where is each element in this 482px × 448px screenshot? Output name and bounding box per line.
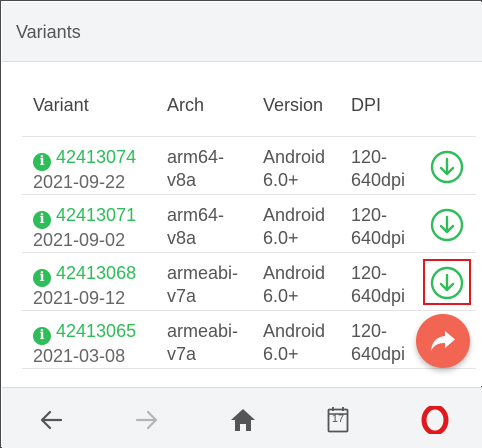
arch-line2: v7a — [167, 344, 197, 364]
version-line2: 6.0+ — [263, 344, 299, 364]
version-cell: Android 6.0+ — [263, 204, 325, 250]
version-line1: Android — [263, 263, 326, 283]
variants-table: Variant Arch Version DPI i 42413074 2021-… — [2, 62, 482, 386]
column-header-dpi: DPI — [351, 95, 382, 115]
dpi-line2: 640dpi — [351, 286, 406, 306]
arch-cell: armeabi- v7a — [167, 320, 238, 366]
version-line2: 6.0+ — [263, 170, 299, 190]
download-circle-icon — [430, 208, 464, 242]
version-cell: Android 6.0+ — [263, 262, 325, 308]
calendar-day-label: 17 — [331, 413, 345, 425]
column-header-arch: Arch — [167, 95, 205, 115]
variant-link[interactable]: 42413074 — [56, 147, 136, 167]
variant-cell: i 42413074 2021-09-22 — [33, 146, 136, 194]
variant-date: 2021-09-22 — [33, 172, 126, 192]
dpi-cell: 120- 640dpi — [351, 320, 405, 366]
version-line2: 6.0+ — [263, 286, 299, 306]
back-arrow-icon — [40, 410, 63, 430]
dpi-line2: 640dpi — [351, 170, 406, 190]
arch-line1: arm64- — [167, 147, 225, 167]
info-icon[interactable]: i — [33, 211, 51, 229]
share-button[interactable] — [416, 314, 470, 368]
forward-button[interactable] — [133, 406, 161, 434]
variant-link[interactable]: 42413068 — [56, 263, 136, 283]
version-cell: Android 6.0+ — [263, 146, 325, 192]
variant-link[interactable]: 42413071 — [56, 205, 136, 225]
table-row: i 42413071 2021-09-02 arm64- v8a Android … — [22, 194, 476, 252]
arch-line1: armeabi- — [167, 263, 239, 283]
arch-cell: arm64- v8a — [167, 146, 224, 192]
dpi-line2: 640dpi — [351, 344, 406, 364]
page-title: Variants — [16, 22, 81, 42]
table-row: i 42413065 2021-03-08 armeabi- v7a Androi… — [22, 310, 476, 368]
table-bottom-divider — [22, 368, 476, 369]
opera-logo-icon — [421, 406, 449, 434]
tabs-calendar-button[interactable]: 17 — [327, 406, 349, 434]
dpi-line1: 120- — [351, 205, 388, 225]
highlight-box — [423, 259, 471, 305]
forward-arrow-icon — [135, 410, 158, 430]
arch-line2: v8a — [167, 228, 197, 248]
dpi-line1: 120- — [351, 147, 388, 167]
dpi-cell: 120- 640dpi — [351, 204, 405, 250]
version-line1: Android — [263, 321, 326, 341]
arch-line2: v7a — [167, 286, 197, 306]
variant-cell: i 42413065 2021-03-08 — [33, 320, 136, 368]
variant-date: 2021-09-02 — [33, 230, 126, 250]
opera-menu-button[interactable] — [421, 406, 449, 434]
info-icon[interactable]: i — [33, 153, 51, 171]
bottom-navigation-bar: 17 — [2, 387, 482, 448]
back-button[interactable] — [37, 406, 65, 434]
arch-line2: v8a — [167, 170, 197, 190]
info-icon[interactable]: i — [33, 327, 51, 345]
variant-date: 2021-03-08 — [33, 346, 126, 366]
variant-date: 2021-09-12 — [33, 288, 126, 308]
home-button[interactable] — [229, 406, 257, 434]
dpi-cell: 120- 640dpi — [351, 262, 405, 308]
download-button[interactable] — [430, 208, 464, 242]
dpi-cell: 120- 640dpi — [351, 146, 405, 192]
dpi-line1: 120- — [351, 263, 388, 283]
download-circle-icon — [430, 150, 464, 184]
arch-cell: armeabi- v7a — [167, 262, 238, 308]
share-icon — [431, 331, 455, 351]
arch-cell: arm64- v8a — [167, 204, 224, 250]
version-line1: Android — [263, 205, 326, 225]
variant-cell: i 42413071 2021-09-02 — [33, 204, 136, 252]
version-line2: 6.0+ — [263, 228, 299, 248]
version-cell: Android 6.0+ — [263, 320, 325, 366]
arch-line1: armeabi- — [167, 321, 239, 341]
table-row: i 42413074 2021-09-22 arm64- v8a Android … — [22, 136, 476, 194]
table-row: i 42413068 2021-09-12 armeabi- v7a Androi… — [22, 252, 476, 310]
column-header-variant: Variant — [33, 95, 89, 115]
column-header-version: Version — [263, 95, 324, 115]
home-icon — [231, 409, 255, 431]
version-line1: Android — [263, 147, 326, 167]
dpi-line1: 120- — [351, 321, 388, 341]
info-icon[interactable]: i — [33, 269, 51, 287]
dpi-line2: 640dpi — [351, 228, 406, 248]
variant-cell: i 42413068 2021-09-12 — [33, 262, 136, 310]
variant-link[interactable]: 42413065 — [56, 321, 136, 341]
download-button[interactable] — [430, 150, 464, 184]
app-frame: Variants Variant Arch Version DPI i 42413… — [0, 0, 482, 448]
arch-line1: arm64- — [167, 205, 225, 225]
header: Variants — [2, 2, 482, 62]
